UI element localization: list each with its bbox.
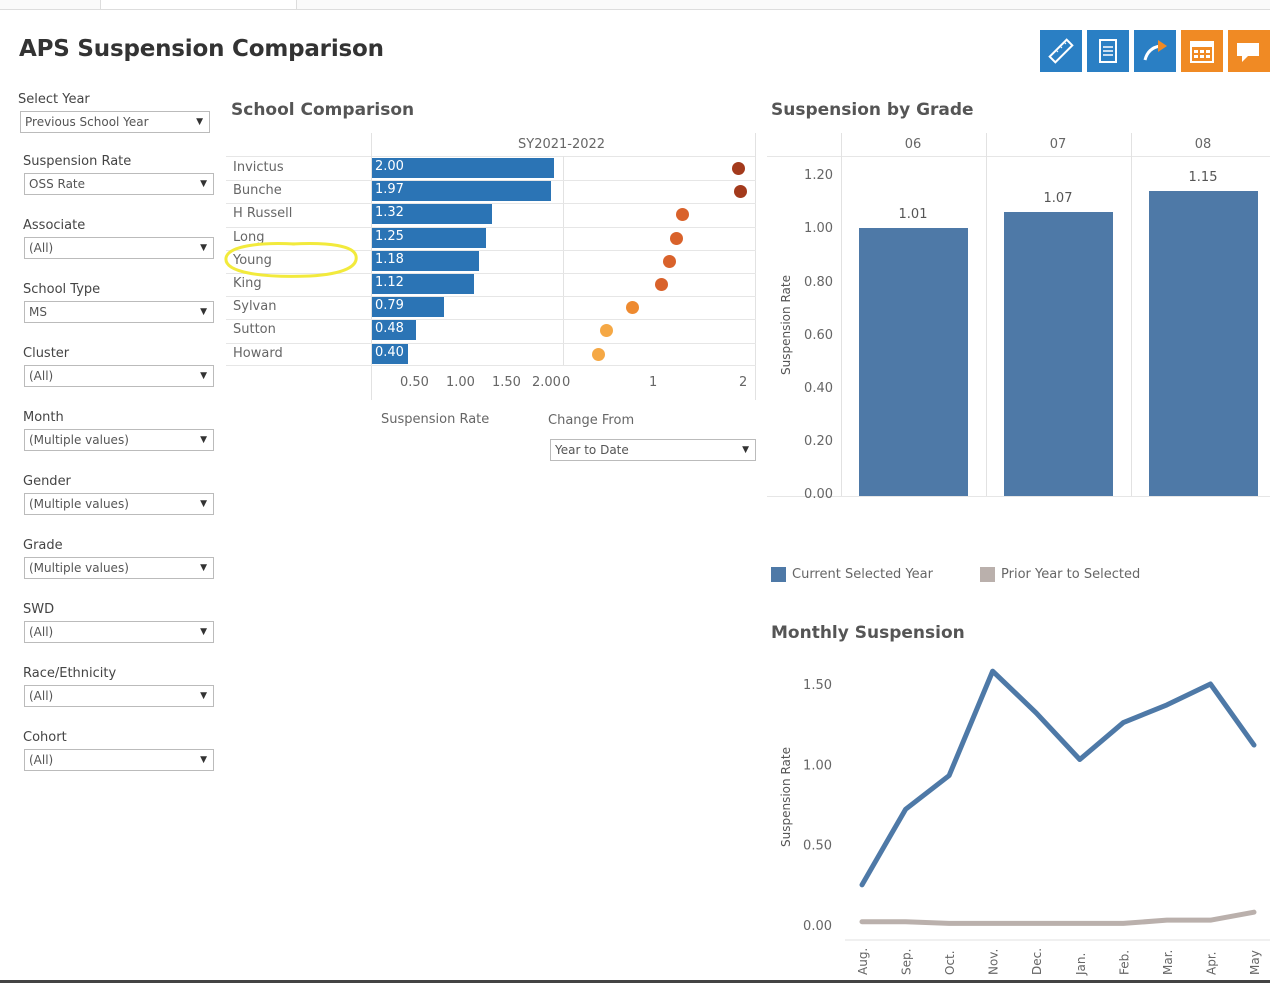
y-tick-label: 0.50: [803, 839, 832, 854]
y-tick-label: 1.50: [803, 678, 832, 693]
month-tick-label: Apr.: [1204, 952, 1218, 975]
monthly-chart: 1.50 1.00 0.50 0.00 Aug. Sep. Oct. Nov. Dec. Jan.…: [803, 668, 1270, 976]
month-tick-label: Nov.: [987, 949, 1001, 975]
month-tick-label: May: [1248, 950, 1262, 975]
y-tick-label: 0.00: [803, 919, 832, 934]
month-tick-label: Aug.: [856, 948, 870, 975]
y-tick-label: 1.00: [803, 758, 832, 773]
month-tick-label: Feb.: [1117, 950, 1131, 975]
month-tick-label: Dec.: [1030, 948, 1044, 975]
month-tick-label: Sep.: [900, 949, 914, 975]
month-tick-label: Mar.: [1161, 950, 1175, 975]
month-tick-label: Oct.: [943, 950, 957, 975]
month-tick-label: Jan.: [1074, 953, 1088, 976]
current-year-line[interactable]: [859, 668, 1257, 888]
prior-year-line[interactable]: [859, 909, 1257, 926]
